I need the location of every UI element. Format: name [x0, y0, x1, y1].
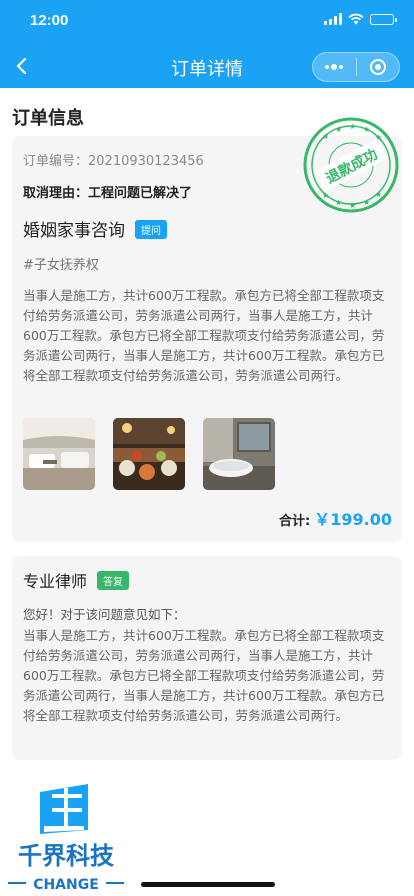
answer-greeting: 您好！对于该问题意见如下： [23, 607, 186, 622]
cancel-reason: 取消理由：工程问题已解决了 [23, 186, 193, 201]
more-dots-icon [325, 64, 344, 70]
close-miniprogram-button[interactable] [357, 53, 400, 81]
wifi-icon [348, 13, 364, 25]
svg-text:★: ★ [335, 125, 342, 134]
nav-bar: 订单详情 [0, 44, 414, 88]
total-amount: ￥199.00 [314, 510, 392, 529]
lounge-photo[interactable] [23, 418, 95, 490]
answer-content: 当事人是施工方，共计600万工程款。承包方已将全部工程款项支付给劳务派遣公司，劳… [23, 628, 385, 723]
svg-text:★: ★ [335, 198, 342, 207]
battery-icon [370, 13, 397, 25]
cellular-signal-icon [324, 13, 342, 25]
section-title: 订单信息 [12, 108, 84, 129]
order-total: 合计: ￥199.00 [279, 506, 392, 530]
svg-text:★: ★ [322, 132, 329, 141]
topic-hashtag: #子女抚养权 [23, 258, 99, 273]
answer-card: 专业律师 答复 您好！对于该问题意见如下： 当事人是施工方，共计600万工程款。承… [12, 556, 402, 760]
svg-text:★: ★ [363, 198, 370, 207]
lawyer-row: 专业律师 答复 [23, 568, 130, 592]
more-button[interactable] [313, 53, 356, 81]
svg-text:★: ★ [349, 122, 356, 131]
svg-text:★: ★ [322, 191, 329, 200]
target-circle-icon [369, 59, 386, 75]
question-title: 婚姻家事咨询 [23, 221, 125, 241]
svg-text:★: ★ [363, 125, 370, 134]
refund-success-stamp: ★ ★ ★ ★ ★ ★ ★ ★ ★ ★ 退款成功 [303, 117, 399, 213]
logo-sub: CHANGE [33, 877, 99, 893]
svg-text:★: ★ [349, 201, 356, 210]
buffet-photo[interactable] [113, 418, 185, 490]
bathroom-photo[interactable] [203, 418, 275, 490]
logo-name: 千界科技 [18, 842, 115, 870]
total-label: 合计: [279, 514, 311, 529]
company-logo: 千界科技 CHANGE [8, 784, 124, 893]
attachment-images [23, 418, 275, 490]
svg-text:★: ★ [375, 190, 382, 199]
miniprogram-capsule [312, 52, 400, 82]
question-tag: 提问 [135, 219, 167, 239]
question-content: 当事人是施工方，共计600万工程款。承包方已将全部工程款项支付给劳务派遣公司，劳… [23, 288, 385, 383]
answer-tag: 答复 [97, 571, 130, 590]
status-icons [324, 13, 397, 25]
status-time: 12:00 [30, 12, 69, 29]
home-indicator[interactable] [141, 882, 275, 887]
lawyer-name: 专业律师 [23, 572, 88, 591]
question-title-row: 婚姻家事咨询 提问 [23, 216, 167, 241]
order-number: 订单编号：20210930123456 [23, 154, 204, 169]
status-bar: 12:00 [0, 0, 414, 44]
